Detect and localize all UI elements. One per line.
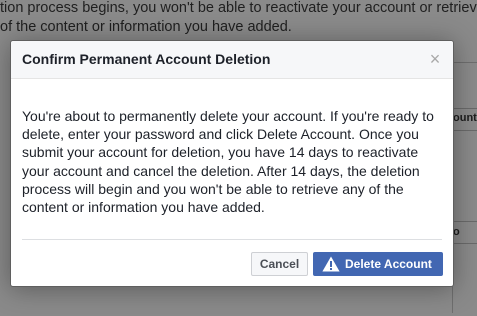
background-side-label: ount — [453, 112, 477, 124]
background-divider — [452, 108, 477, 109]
delete-account-button[interactable]: Delete Account — [313, 252, 443, 276]
background-side-panel — [452, 62, 477, 313]
dialog-divider — [22, 239, 442, 240]
cancel-button-label: Cancel — [259, 257, 300, 271]
background-text-line: tion process begins, you won't be able t… — [0, 0, 477, 16]
background-divider — [452, 243, 477, 244]
delete-account-dialog: Confirm Permanent Account Deletion × You… — [10, 40, 454, 287]
dialog-header: Confirm Permanent Account Deletion × — [11, 41, 453, 79]
warning-icon — [322, 256, 340, 272]
close-icon[interactable]: × — [427, 50, 443, 68]
cancel-button[interactable]: Cancel — [251, 252, 308, 276]
background-divider — [452, 130, 477, 131]
dialog-title: Confirm Permanent Account Deletion — [22, 51, 271, 67]
dialog-message: You're about to permanently delete your … — [22, 108, 434, 216]
background-side-label: o — [453, 226, 460, 238]
delete-account-button-label: Delete Account — [345, 257, 432, 271]
background-divider — [452, 221, 477, 222]
background-text-line: of the content or information you have a… — [0, 19, 292, 35]
dialog-body: You're about to permanently delete your … — [22, 107, 448, 216]
